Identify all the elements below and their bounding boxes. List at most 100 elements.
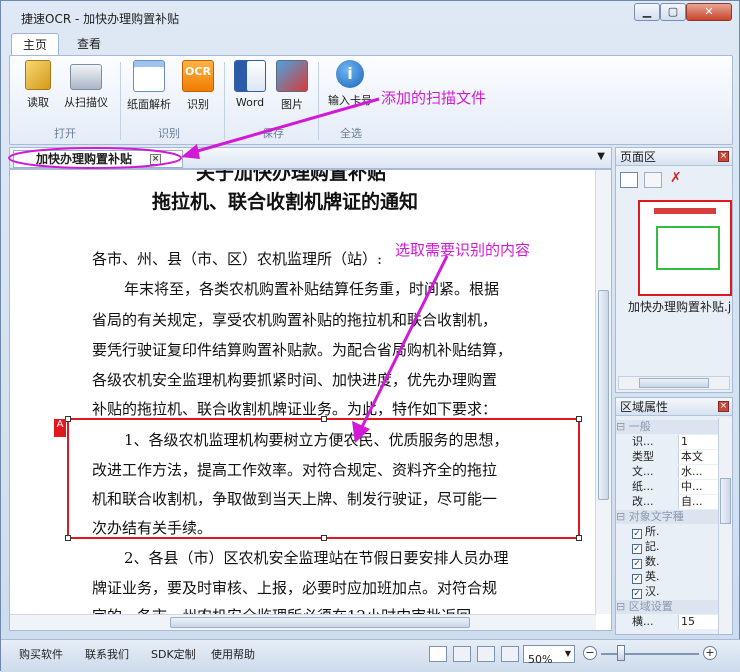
page-thumbnail[interactable] xyxy=(638,200,732,296)
resize-handle[interactable] xyxy=(65,535,71,541)
property-key: 识... xyxy=(632,435,654,448)
enter-card-label: 输入卡号 xyxy=(328,94,372,107)
collapse-icon[interactable]: ⊟ xyxy=(616,600,629,613)
annotation-select-content: 选取需要识别的内容 xyxy=(395,241,531,259)
property-value[interactable]: 中... xyxy=(678,480,718,494)
view-mode-icon[interactable] xyxy=(453,646,471,662)
page-panel-toolbar: ✗ xyxy=(620,170,728,190)
props-panel-header: 区域属性 × xyxy=(616,398,732,416)
scroll-thumb[interactable] xyxy=(720,478,731,524)
word-icon xyxy=(234,60,266,92)
doc-line: 年末将至，各类农机购置补贴结算任务重，时间紧。根据 xyxy=(124,280,500,298)
enter-card-button[interactable]: i 输入卡号 xyxy=(322,60,378,108)
document-tab-bar: 加快办理购置补贴 × ▼ xyxy=(9,147,612,169)
property-row[interactable]: 识... 1 xyxy=(616,435,718,449)
checkbox[interactable]: ✓ xyxy=(632,529,642,539)
property-grid: ⊟ 一般 识... 1 类型 本文 文... 水... 纸... 中... 改... 自... ⊟ 对… xyxy=(616,418,718,634)
checkbox[interactable]: ✓ xyxy=(632,574,642,584)
vertical-scrollbar[interactable] xyxy=(595,170,611,614)
delete-icon[interactable]: ✗ xyxy=(670,170,682,186)
window-title: 捷速OCR - 加快办理购置补贴 xyxy=(21,12,180,26)
tab-home[interactable]: 主页 xyxy=(11,33,59,56)
doc-title-2: 拖拉机、联合收割机牌证的通知 xyxy=(152,191,419,213)
help-link[interactable]: 使用帮助 xyxy=(211,646,255,662)
collapse-icon[interactable]: ⊟ xyxy=(616,420,629,433)
page-panel-scrollbar[interactable] xyxy=(618,376,730,390)
property-value[interactable]: 本文 xyxy=(678,450,718,464)
property-category: ⊟ 区域设置 xyxy=(616,600,718,614)
checkbox[interactable]: ✓ xyxy=(632,559,642,569)
collapse-icon[interactable]: ⊟ xyxy=(616,510,629,523)
property-row[interactable]: 改... 自... xyxy=(616,495,718,509)
property-row[interactable]: 纸... 中... xyxy=(616,480,718,494)
image-button[interactable]: 图片 xyxy=(272,60,312,112)
view-mode-icon[interactable] xyxy=(429,646,447,662)
app-window: 捷速OCR - 加快办理购置补贴 ▁ ▢ ✕ 主页 查看 读取 从扫描仪 纸面解… xyxy=(0,0,740,672)
buy-software-link[interactable]: 购买软件 xyxy=(19,646,63,662)
close-panel-icon[interactable]: × xyxy=(718,401,729,412)
view-mode-icon[interactable] xyxy=(477,646,495,662)
property-checkbox-row[interactable]: ✓ 数. xyxy=(616,555,718,569)
zoom-slider-thumb[interactable] xyxy=(617,645,625,661)
minimize-button[interactable]: ▁ xyxy=(634,3,660,21)
horizontal-scrollbar[interactable] xyxy=(10,614,596,630)
close-tab-icon[interactable]: × xyxy=(150,154,161,165)
property-row[interactable]: 文... 水... xyxy=(616,465,718,479)
view-mode-icon[interactable] xyxy=(501,646,519,662)
property-checkbox-row[interactable]: ✓ 所. xyxy=(616,525,718,539)
page-analysis-button[interactable]: 纸面解析 xyxy=(122,60,176,112)
read-label: 读取 xyxy=(27,96,49,109)
property-value[interactable]: 水... xyxy=(678,465,718,479)
property-row[interactable]: 类型 本文 xyxy=(616,450,718,464)
doc-line: 各级农机安全监理机构要抓紧时间、加快进度，优先办理购置 xyxy=(92,371,498,389)
page-analysis-label: 纸面解析 xyxy=(127,98,171,111)
property-value[interactable]: 自... xyxy=(678,495,718,509)
property-checkbox-row[interactable]: ✓ 記. xyxy=(616,540,718,554)
tab-view[interactable]: 查看 xyxy=(65,33,113,56)
sdk-custom-link[interactable]: SDK定制 xyxy=(151,646,196,662)
property-value[interactable]: 1 xyxy=(678,435,718,449)
group-open: 打开 xyxy=(54,127,76,140)
ocr-icon: OCR xyxy=(182,60,214,92)
resize-handle[interactable] xyxy=(321,535,327,541)
close-button[interactable]: ✕ xyxy=(686,3,732,21)
property-key: 纸... xyxy=(632,480,654,493)
region-type-marker[interactable]: A xyxy=(54,419,66,437)
property-value[interactable]: 15 xyxy=(678,615,718,629)
props-scrollbar[interactable] xyxy=(718,418,732,634)
read-button[interactable]: 读取 xyxy=(18,60,58,110)
property-checkbox-row[interactable]: ✓ 汉. xyxy=(616,585,718,599)
checkbox[interactable]: ✓ xyxy=(632,589,642,599)
doc-line: 2、各县（市）区农机安全监理站在节假日要安排人员办理 xyxy=(124,549,509,567)
checkbox[interactable]: ✓ xyxy=(632,544,642,554)
scroll-thumb[interactable] xyxy=(170,617,470,628)
thumbnails-icon[interactable] xyxy=(620,172,638,188)
scanner-button[interactable]: 从扫描仪 xyxy=(58,60,114,110)
group-select-all: 全选 xyxy=(340,127,362,140)
word-button[interactable]: Word xyxy=(230,60,270,109)
property-category: ⊟ 对象文字種 xyxy=(616,510,718,524)
zoom-select[interactable]: 50% ▼ xyxy=(523,645,575,666)
document-page: 关于加快办理购置补贴 拖拉机、联合收割机牌证的通知 各市、州、县（市、区）农机监… xyxy=(10,170,592,614)
zoom-out-button[interactable]: − xyxy=(583,646,597,660)
property-checkbox-row[interactable]: ✓ 英. xyxy=(616,570,718,584)
scroll-thumb[interactable] xyxy=(639,378,709,388)
maximize-button[interactable]: ▢ xyxy=(660,3,686,21)
document-tab[interactable]: 加快办理购置补贴 × xyxy=(13,150,183,168)
separator xyxy=(224,62,225,140)
resize-handle[interactable] xyxy=(321,416,327,422)
resize-handle[interactable] xyxy=(576,535,582,541)
close-panel-icon[interactable]: × xyxy=(718,151,729,162)
tab-dropdown-icon[interactable]: ▼ xyxy=(597,151,605,162)
property-row[interactable]: 横... 15 xyxy=(616,615,718,629)
recognize-button[interactable]: OCR 识别 xyxy=(176,60,220,112)
zoom-in-button[interactable]: + xyxy=(703,646,717,660)
zoom-slider[interactable] xyxy=(601,653,699,655)
selection-region[interactable] xyxy=(65,416,582,541)
checkbox-label: 記. xyxy=(645,540,660,553)
contact-us-link[interactable]: 联系我们 xyxy=(85,646,129,662)
scroll-thumb[interactable] xyxy=(598,290,609,500)
resize-handle[interactable] xyxy=(576,416,582,422)
list-icon[interactable] xyxy=(644,172,662,188)
property-key: 横... xyxy=(632,615,654,628)
